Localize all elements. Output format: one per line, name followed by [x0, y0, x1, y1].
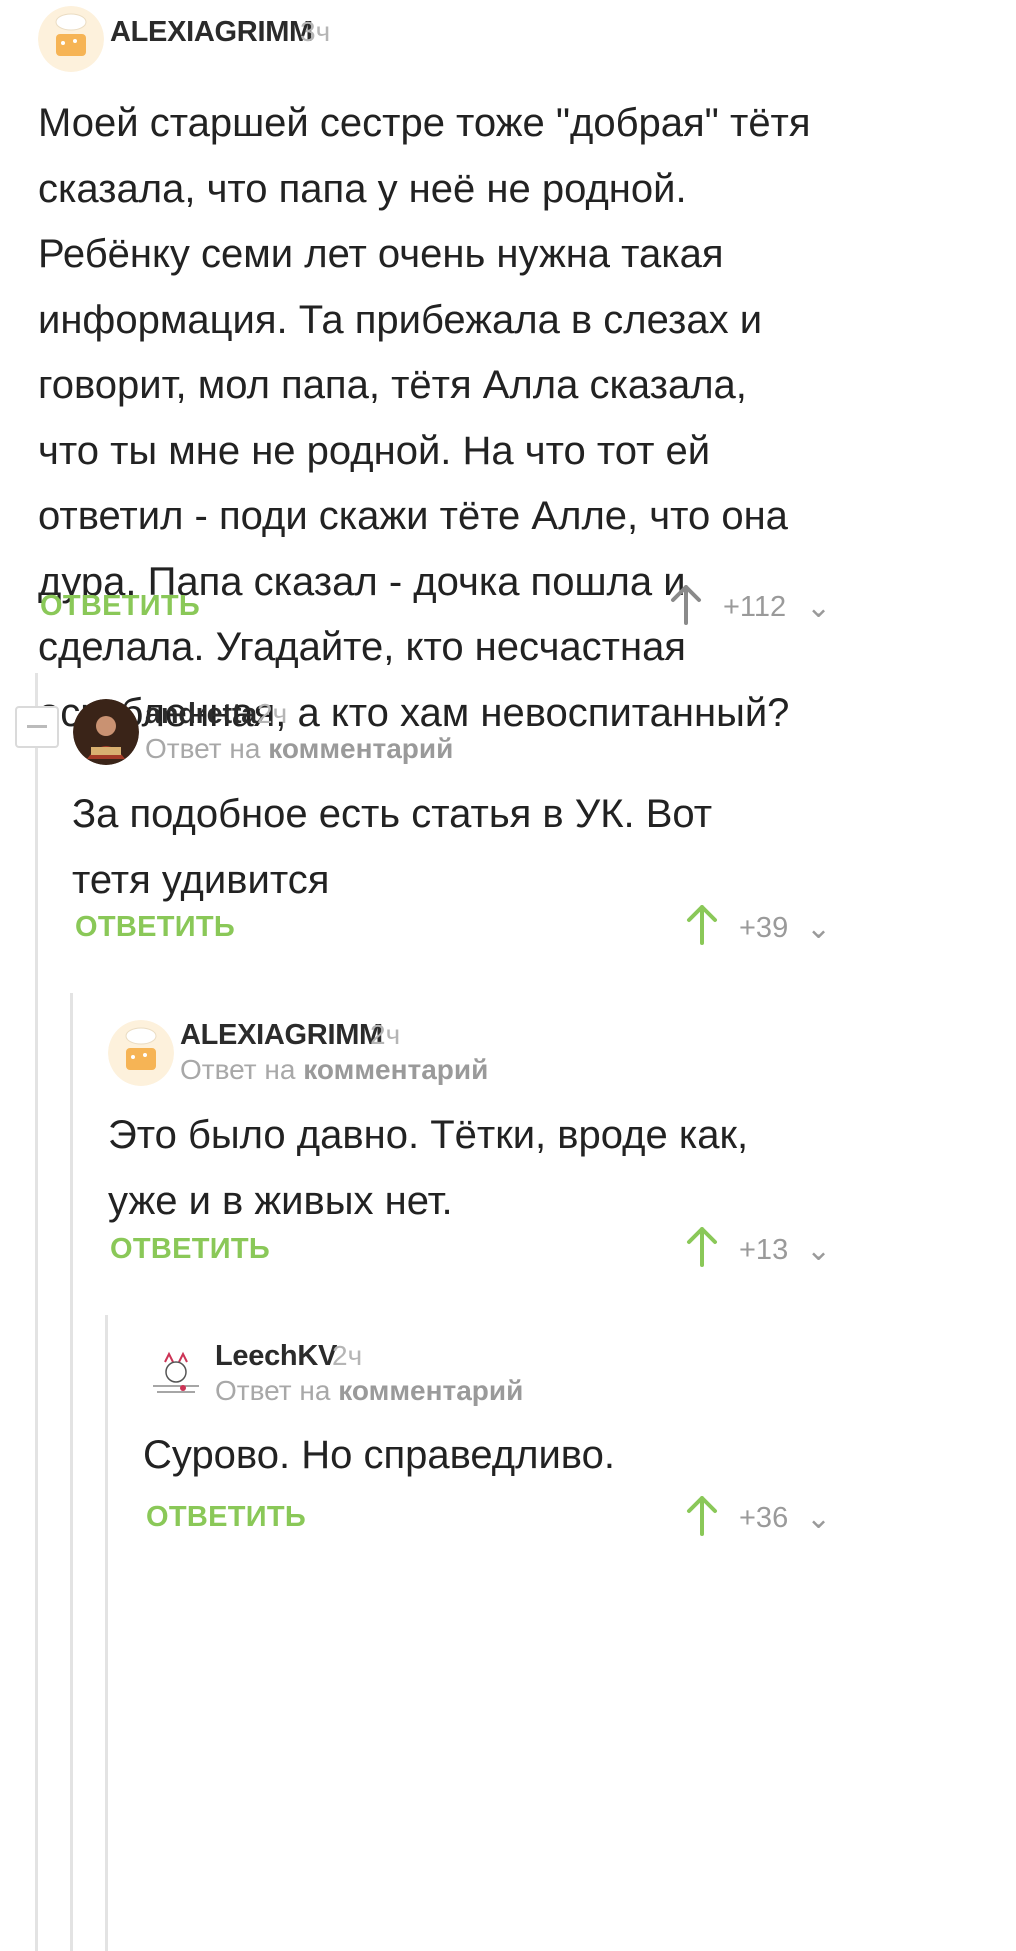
username[interactable]: ALEXIAGRIMM: [110, 16, 313, 49]
reply-button[interactable]: ОТВЕТИТЬ: [110, 1233, 270, 1266]
reply-to: Ответ на комментарий: [180, 1054, 488, 1086]
chef-avatar-icon: [38, 6, 104, 72]
upvote-arrow-icon[interactable]: [670, 585, 702, 630]
reply-to-link[interactable]: комментарий: [303, 1054, 488, 1085]
avatar[interactable]: [73, 699, 139, 765]
reply-to-prefix: Ответ на: [145, 733, 261, 764]
comment-text: Сурово. Но справедливо.: [143, 1433, 615, 1477]
reply-button[interactable]: ОТВЕТИТЬ: [75, 911, 235, 944]
thread-line[interactable]: [105, 1315, 108, 1951]
chevron-down-icon[interactable]: ⌄: [806, 1501, 831, 1536]
upvote-arrow-icon[interactable]: [686, 1227, 718, 1272]
upvote-arrow-icon[interactable]: [686, 905, 718, 950]
reply-to: Ответ на комментарий: [215, 1375, 523, 1407]
thread-line[interactable]: [35, 673, 38, 1951]
rating: +112: [723, 591, 787, 623]
reply-to-prefix: Ответ на: [180, 1054, 296, 1085]
reply-to-link[interactable]: комментарий: [268, 733, 453, 764]
collapse-button[interactable]: [15, 706, 59, 748]
rating: +39: [739, 912, 789, 944]
chevron-down-icon[interactable]: ⌄: [806, 911, 831, 946]
rating: +36: [739, 1502, 789, 1534]
minus-icon: [27, 725, 47, 728]
username[interactable]: andretta: [145, 698, 257, 731]
portrait-avatar-icon: [73, 699, 139, 765]
timestamp: 3ч: [300, 16, 331, 47]
reply-to-prefix: Ответ на: [215, 1375, 331, 1406]
timestamp: 2ч: [370, 1019, 401, 1050]
username[interactable]: LeechKV: [215, 1340, 337, 1373]
sketch-avatar-icon: [143, 1342, 209, 1408]
chevron-down-icon[interactable]: ⌄: [806, 590, 831, 625]
timestamp: 2ч: [332, 1340, 363, 1371]
chevron-down-icon[interactable]: ⌄: [806, 1233, 831, 1268]
comment-text: За подобное есть статья в УК. Вот тетя у…: [72, 792, 713, 902]
reply-button[interactable]: ОТВЕТИТЬ: [40, 590, 200, 623]
reply-to-link[interactable]: комментарий: [338, 1375, 523, 1406]
thread-line[interactable]: [70, 993, 73, 1951]
chef-avatar-icon: [108, 1020, 174, 1086]
comment-text: Это было давно. Тётки, вроде как, уже и …: [108, 1113, 749, 1223]
avatar[interactable]: [38, 6, 104, 72]
reply-button[interactable]: ОТВЕТИТЬ: [146, 1501, 306, 1534]
timestamp: 2ч: [257, 698, 288, 729]
avatar[interactable]: [143, 1342, 209, 1408]
avatar[interactable]: [108, 1020, 174, 1086]
username[interactable]: ALEXIAGRIMM: [180, 1019, 383, 1052]
rating: +13: [739, 1234, 789, 1266]
reply-to: Ответ на комментарий: [145, 733, 453, 765]
comment-text: Моей старшей сестре тоже "добрая" тётя с…: [38, 101, 811, 735]
upvote-arrow-icon[interactable]: [686, 1496, 718, 1541]
